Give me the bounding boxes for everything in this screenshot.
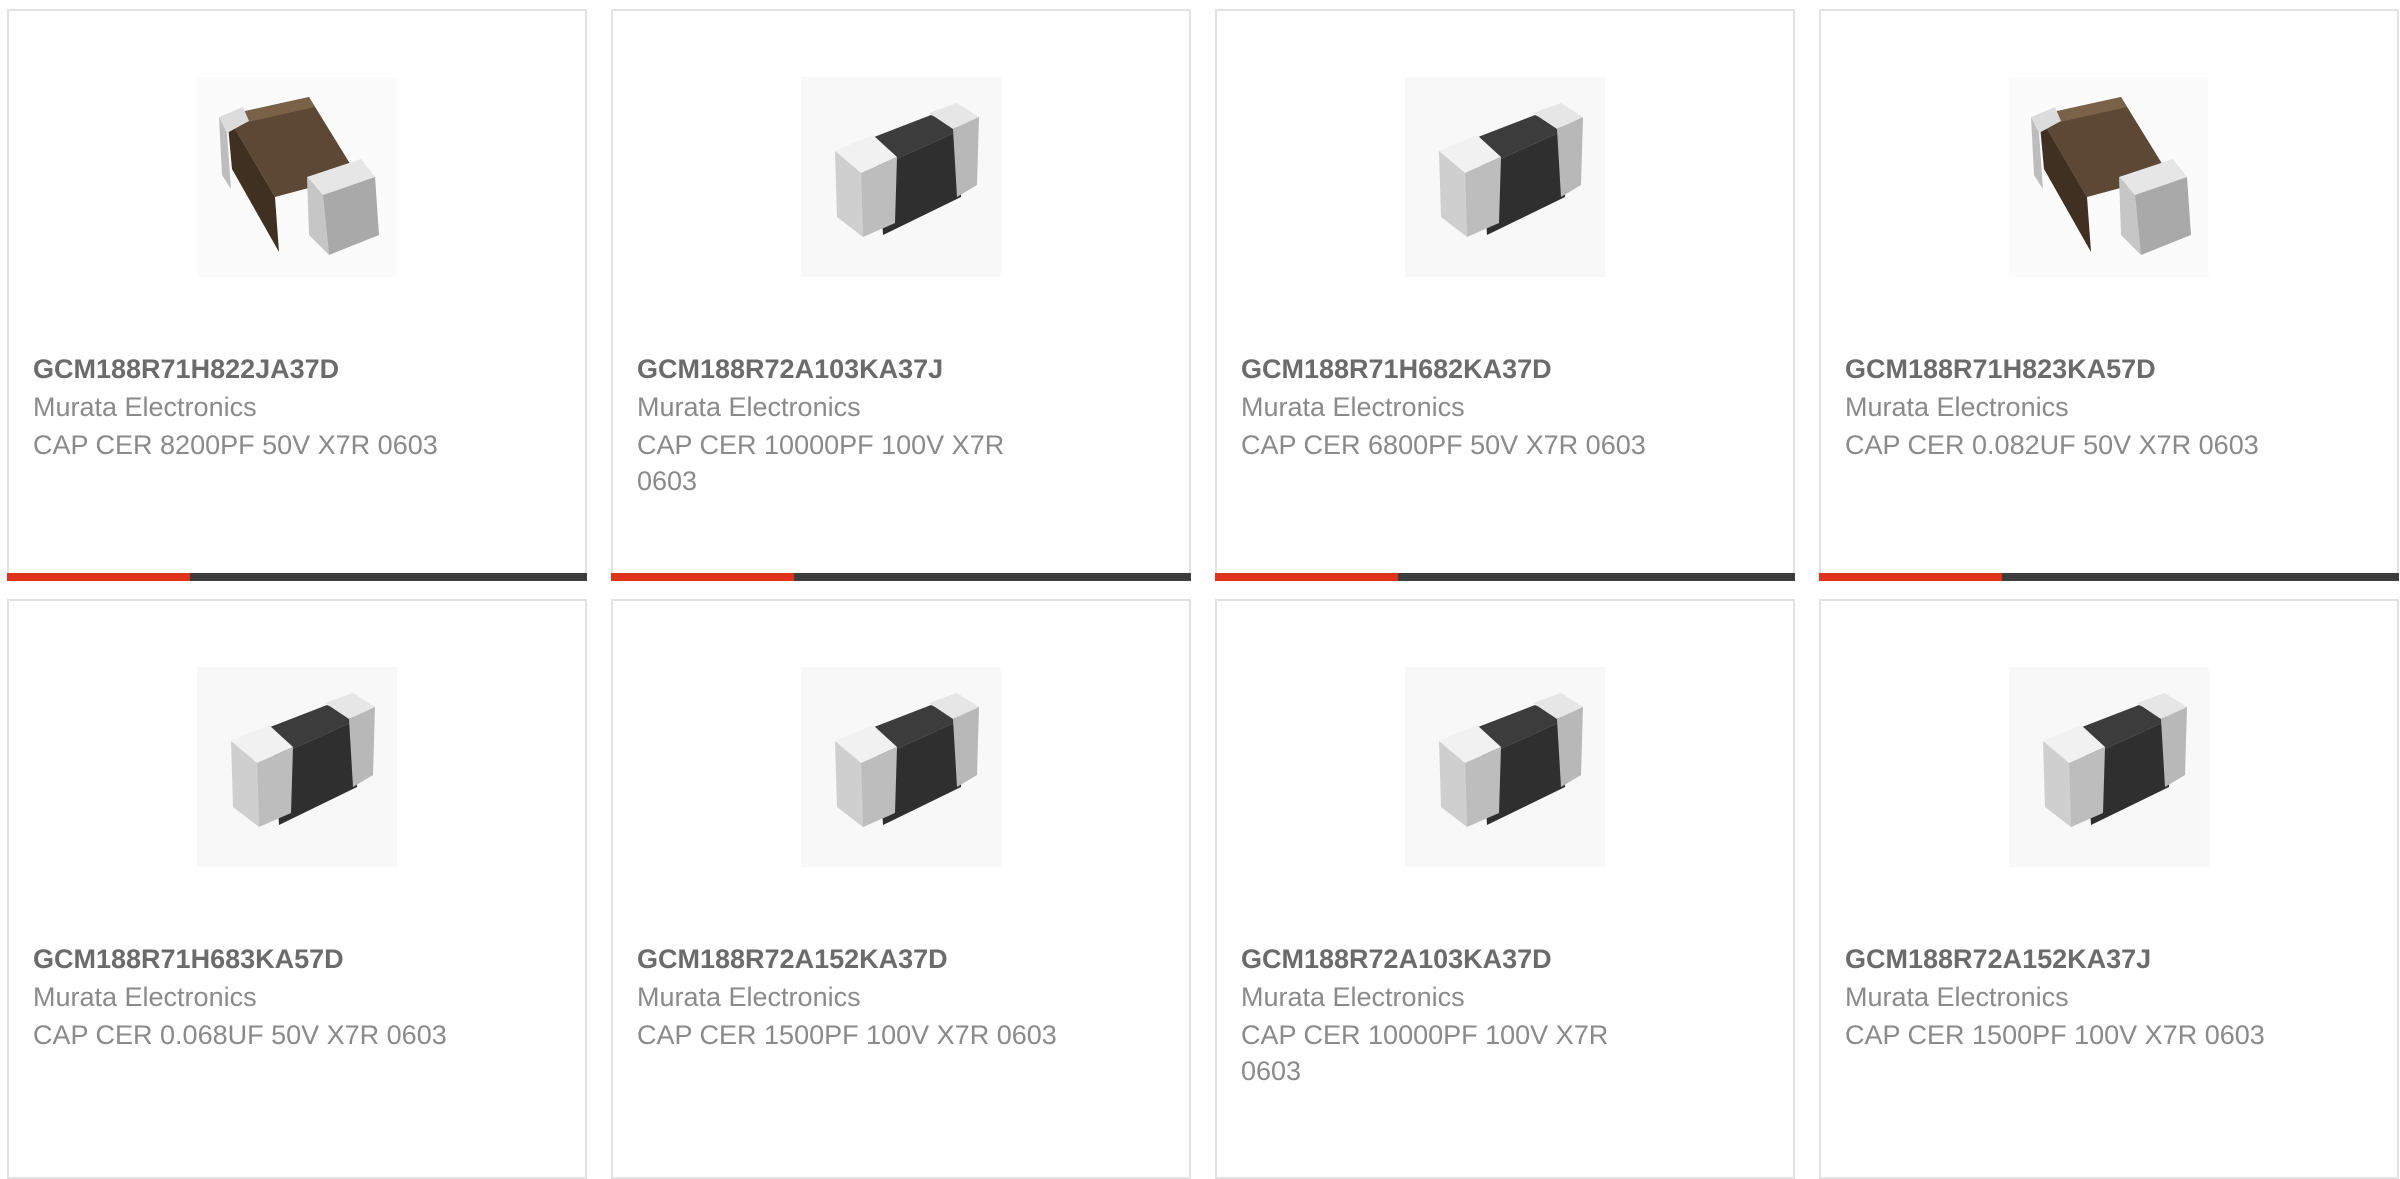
product-card[interactable]: GCM188R72A152KA37D Murata Electronics CA… xyxy=(611,599,1191,1179)
part-number-link[interactable]: GCM188R72A103KA37J xyxy=(637,354,943,385)
manufacturer-name: Murata Electronics xyxy=(33,982,257,1012)
card-footer-bar xyxy=(1819,573,2399,581)
part-number-link[interactable]: GCM188R72A152KA37D xyxy=(637,944,948,975)
part-number-link[interactable]: GCM188R72A103KA37D xyxy=(1241,944,1552,975)
card-accent-bar xyxy=(1215,573,1398,581)
product-description: CAP CER 8200PF 50V X7R 0603 xyxy=(33,430,438,460)
part-number-link[interactable]: GCM188R72A152KA37J xyxy=(1845,944,2151,975)
part-number-link[interactable]: GCM188R71H683KA57D xyxy=(33,944,344,975)
gray-chip-image[interactable] xyxy=(197,667,397,867)
product-card[interactable]: GCM188R72A103KA37D Murata Electronics CA… xyxy=(1215,599,1795,1179)
part-number-link[interactable]: GCM188R71H682KA37D xyxy=(1241,354,1552,385)
card-footer-bar xyxy=(611,573,1191,581)
manufacturer-name: Murata Electronics xyxy=(33,392,257,422)
product-card[interactable]: GCM188R71H822JA37D Murata Electronics CA… xyxy=(7,9,587,581)
card-accent-bar xyxy=(7,573,190,581)
card-accent-bar xyxy=(611,573,794,581)
part-number-link[interactable]: GCM188R71H822JA37D xyxy=(33,354,339,385)
product-card[interactable]: GCM188R71H683KA57D Murata Electronics CA… xyxy=(7,599,587,1179)
manufacturer-name: Murata Electronics xyxy=(1845,982,2069,1012)
manufacturer-name: Murata Electronics xyxy=(637,982,861,1012)
card-footer-bar xyxy=(1215,573,1795,581)
card-footer-bar xyxy=(7,573,587,581)
card-accent-bar xyxy=(1819,573,2002,581)
product-description: CAP CER 6800PF 50V X7R 0603 xyxy=(1241,430,1646,460)
product-description: CAP CER 1500PF 100V X7R 0603 xyxy=(1845,1020,2265,1050)
brown-chip-image[interactable] xyxy=(2009,77,2209,277)
product-description: CAP CER 10000PF 100V X7R 0603 xyxy=(637,430,1005,496)
manufacturer-name: Murata Electronics xyxy=(1241,392,1465,422)
gray-chip-image[interactable] xyxy=(1405,77,1605,277)
gray-chip-image[interactable] xyxy=(1405,667,1605,867)
product-description: CAP CER 10000PF 100V X7R 0603 xyxy=(1241,1020,1609,1086)
gray-chip-image[interactable] xyxy=(801,77,1001,277)
product-description: CAP CER 0.068UF 50V X7R 0603 xyxy=(33,1020,447,1050)
part-number-link[interactable]: GCM188R71H823KA57D xyxy=(1845,354,2156,385)
product-description: CAP CER 1500PF 100V X7R 0603 xyxy=(637,1020,1057,1050)
manufacturer-name: Murata Electronics xyxy=(1845,392,2069,422)
product-description: CAP CER 0.082UF 50V X7R 0603 xyxy=(1845,430,2259,460)
gray-chip-image[interactable] xyxy=(801,667,1001,867)
product-grid: GCM188R71H822JA37D Murata Electronics CA… xyxy=(0,0,2400,1179)
gray-chip-image[interactable] xyxy=(2009,667,2209,867)
product-card[interactable]: GCM188R72A103KA37J Murata Electronics CA… xyxy=(611,9,1191,581)
manufacturer-name: Murata Electronics xyxy=(637,392,861,422)
product-card[interactable]: GCM188R71H823KA57D Murata Electronics CA… xyxy=(1819,9,2399,581)
brown-chip-image[interactable] xyxy=(197,77,397,277)
product-card[interactable]: GCM188R71H682KA37D Murata Electronics CA… xyxy=(1215,9,1795,581)
product-card[interactable]: GCM188R72A152KA37J Murata Electronics CA… xyxy=(1819,599,2399,1179)
manufacturer-name: Murata Electronics xyxy=(1241,982,1465,1012)
